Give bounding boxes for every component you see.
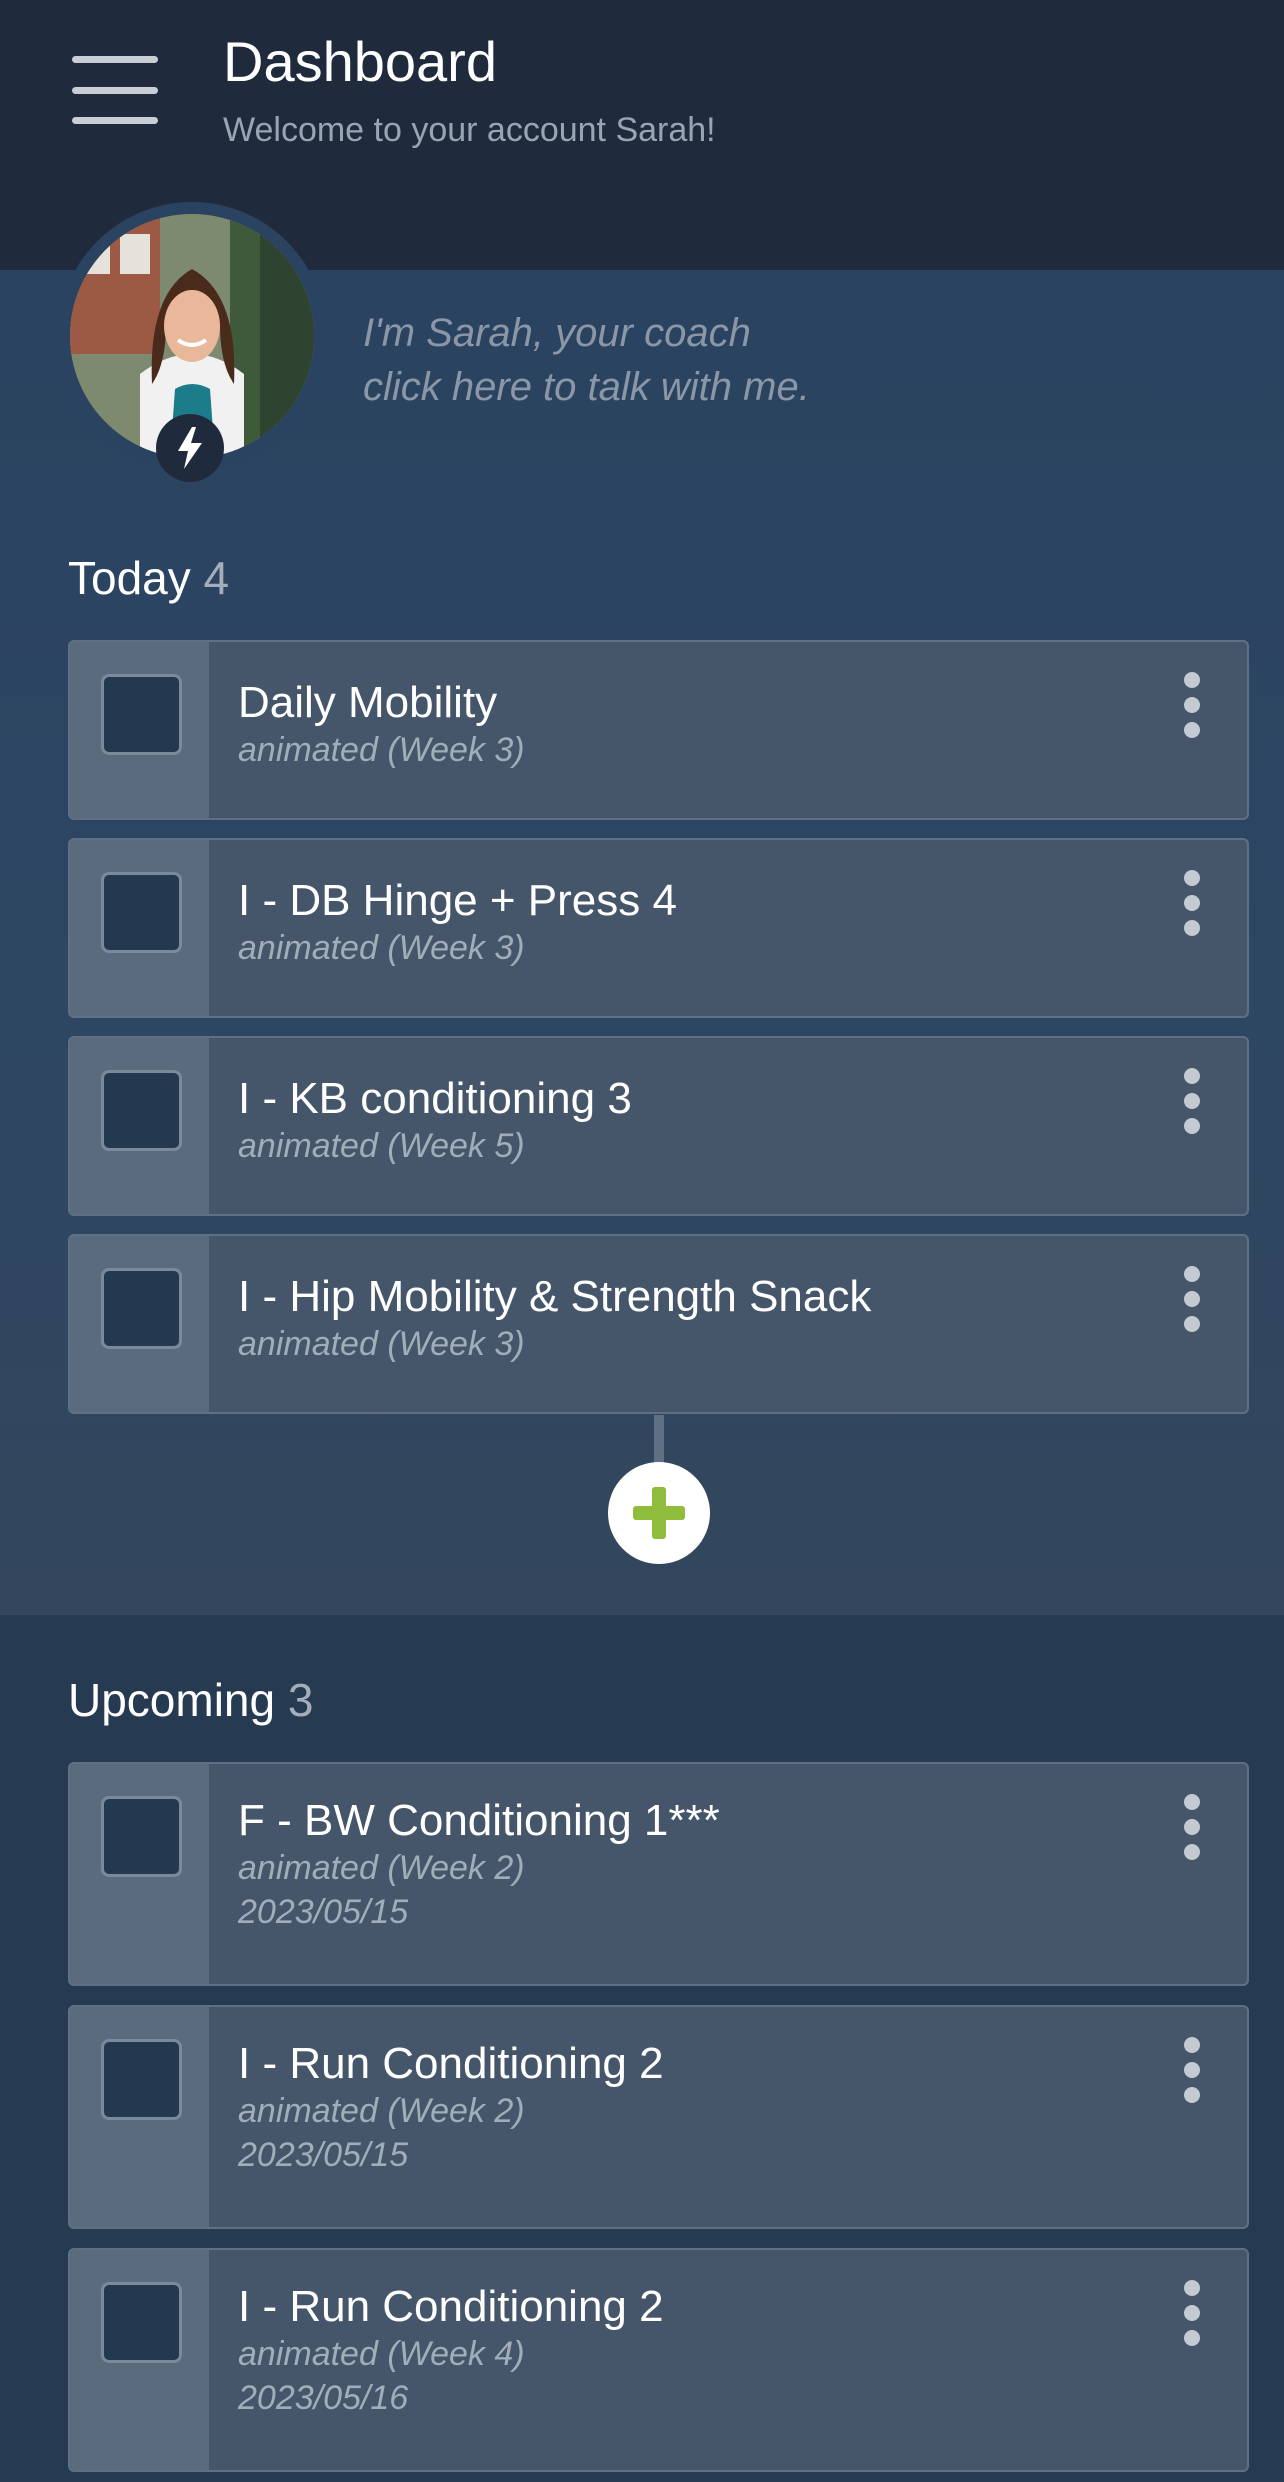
workout-title: I - Run Conditioning 2: [238, 2282, 664, 2331]
workout-subtitle: animated (Week 4): [238, 2335, 525, 2373]
upcoming-heading-label: Upcoming: [68, 1674, 276, 1726]
more-vertical-icon[interactable]: [1177, 870, 1207, 936]
coach-chat-prompt[interactable]: I'm Sarah, your coach click here to talk…: [363, 306, 810, 414]
menu-dot: [1184, 870, 1200, 886]
page-title: Dashboard: [223, 30, 497, 93]
lightning-bolt-icon: [156, 414, 224, 482]
workout-card[interactable]: I - KB conditioning 3 animated (Week 5): [68, 1036, 1249, 1216]
more-vertical-icon[interactable]: [1177, 672, 1207, 738]
menu-dot: [1184, 2087, 1200, 2103]
complete-checkbox[interactable]: [101, 2039, 182, 2120]
more-vertical-icon[interactable]: [1177, 2280, 1207, 2346]
more-vertical-icon[interactable]: [1177, 2037, 1207, 2103]
workout-subtitle: animated (Week 2): [238, 1849, 525, 1887]
menu-dot: [1184, 920, 1200, 936]
complete-checkbox[interactable]: [101, 2282, 182, 2363]
today-heading: Today 4: [68, 550, 229, 606]
card-text: I - DB Hinge + Press 4 animated (Week 3): [238, 876, 1147, 970]
menu-dot: [1184, 2280, 1200, 2296]
card-text: I - Run Conditioning 2 animated (Week 2)…: [238, 2039, 1147, 2177]
add-workout-button[interactable]: [608, 1462, 710, 1564]
menu-dot: [1184, 1794, 1200, 1810]
coach-message-line: click here to talk with me.: [363, 365, 810, 409]
workout-date: 2023/05/15: [238, 2136, 409, 2174]
workout-date: 2023/05/15: [238, 1893, 409, 1931]
today-count: 4: [203, 552, 230, 604]
complete-checkbox[interactable]: [101, 1796, 182, 1877]
menu-dot: [1184, 1316, 1200, 1332]
workout-card[interactable]: I - Hip Mobility & Strength Snack animat…: [68, 1234, 1249, 1414]
menu-dot: [1184, 1266, 1200, 1282]
menu-bar: [72, 117, 158, 124]
workout-title: Daily Mobility: [238, 678, 498, 727]
menu-dot: [1184, 697, 1200, 713]
workout-title: I - DB Hinge + Press 4: [238, 876, 677, 925]
menu-dot: [1184, 1118, 1200, 1134]
complete-checkbox[interactable]: [101, 1268, 182, 1349]
workout-title: I - Run Conditioning 2: [238, 2039, 664, 2088]
menu-dot: [1184, 722, 1200, 738]
menu-dot: [1184, 2062, 1200, 2078]
workout-card[interactable]: F - BW Conditioning 1*** animated (Week …: [68, 1762, 1249, 1986]
today-heading-label: Today: [68, 552, 191, 604]
card-text: F - BW Conditioning 1*** animated (Week …: [238, 1796, 1147, 1934]
menu-dot: [1184, 1068, 1200, 1084]
plus-icon: [633, 1487, 685, 1539]
menu-dot: [1184, 1291, 1200, 1307]
menu-dot: [1184, 2330, 1200, 2346]
menu-dot: [1184, 672, 1200, 688]
coach-message-line: I'm Sarah, your coach: [363, 311, 751, 355]
workout-subtitle: animated (Week 3): [238, 929, 525, 967]
more-vertical-icon[interactable]: [1177, 1794, 1207, 1860]
card-text: Daily Mobility animated (Week 3): [238, 678, 1147, 772]
workout-subtitle: animated (Week 3): [238, 1325, 525, 1363]
menu-dot: [1184, 895, 1200, 911]
more-vertical-icon[interactable]: [1177, 1068, 1207, 1134]
workout-subtitle: animated (Week 5): [238, 1127, 525, 1165]
menu-dot: [1184, 1093, 1200, 1109]
menu-bar: [72, 86, 158, 94]
complete-checkbox[interactable]: [101, 674, 182, 755]
workout-card[interactable]: I - DB Hinge + Press 4 animated (Week 3): [68, 838, 1249, 1018]
menu-dot: [1184, 2305, 1200, 2321]
workout-card[interactable]: Daily Mobility animated (Week 3): [68, 640, 1249, 820]
menu-bar: [72, 56, 158, 63]
upcoming-heading: Upcoming 3: [68, 1672, 313, 1728]
menu-dot: [1184, 1819, 1200, 1835]
workout-date: 2023/05/16: [238, 2379, 409, 2417]
card-text: I - Run Conditioning 2 animated (Week 4)…: [238, 2282, 1147, 2420]
coach-avatar-button[interactable]: [58, 202, 326, 482]
workout-title: I - KB conditioning 3: [238, 1074, 632, 1123]
menu-dot: [1184, 1844, 1200, 1860]
card-text: I - Hip Mobility & Strength Snack animat…: [238, 1272, 1147, 1366]
more-vertical-icon[interactable]: [1177, 1266, 1207, 1332]
workout-card[interactable]: I - Run Conditioning 2 animated (Week 2)…: [68, 2005, 1249, 2229]
hamburger-menu-icon[interactable]: [72, 56, 158, 124]
workout-card[interactable]: I - Run Conditioning 2 animated (Week 4)…: [68, 2248, 1249, 2472]
workout-subtitle: animated (Week 3): [238, 731, 525, 769]
upcoming-count: 3: [287, 1674, 314, 1726]
card-text: I - KB conditioning 3 animated (Week 5): [238, 1074, 1147, 1168]
welcome-subtitle: Welcome to your account Sarah!: [223, 111, 716, 149]
complete-checkbox[interactable]: [101, 1070, 182, 1151]
menu-dot: [1184, 2037, 1200, 2053]
workout-subtitle: animated (Week 2): [238, 2092, 525, 2130]
complete-checkbox[interactable]: [101, 872, 182, 953]
workout-title: F - BW Conditioning 1***: [238, 1796, 720, 1845]
workout-title: I - Hip Mobility & Strength Snack: [238, 1272, 872, 1321]
